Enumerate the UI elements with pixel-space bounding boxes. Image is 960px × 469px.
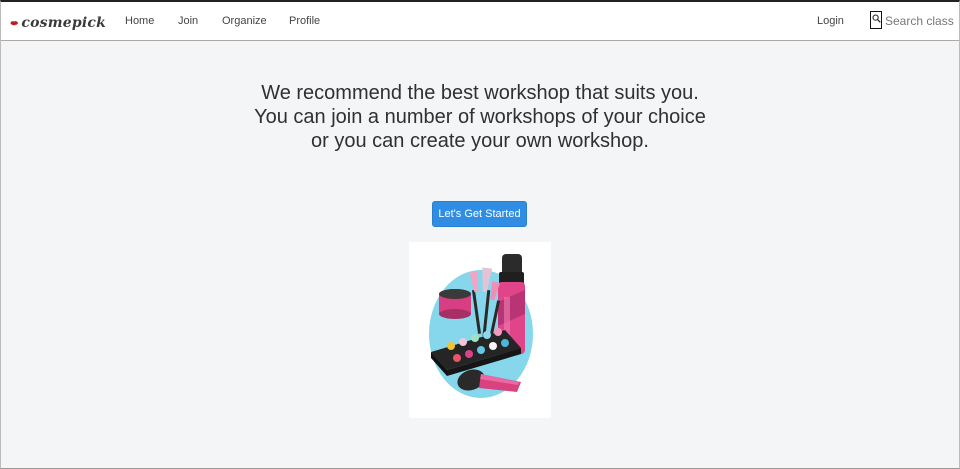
hero-line-2: You can join a number of workshops of yo… [254,106,706,128]
get-started-button[interactable]: Let's Get Started [432,201,527,227]
top-navbar: cosmepick Home Join Organize Profile Log… [1,2,959,41]
nav-organize-link[interactable]: Organize [222,14,267,28]
nav-join-link[interactable]: Join [178,14,198,28]
app-window: cosmepick Home Join Organize Profile Log… [0,0,960,469]
hero-line-1: We recommend the best workshop that suit… [261,82,699,104]
nav-home-link[interactable]: Home [125,14,154,28]
hero-line-3: or you can create your own workshop. [311,130,649,152]
lips-icon [10,21,19,26]
login-link[interactable]: Login [817,14,844,28]
search-input[interactable] [885,12,955,30]
search-icon[interactable] [870,11,882,29]
brand-name: cosmepick [21,15,106,31]
hero-message: We recommend the best workshop that suit… [1,81,959,153]
brand-logo[interactable]: cosmepick [10,12,106,34]
makeup-kit-illustration [409,242,551,418]
search-box [870,11,955,31]
nav-profile-link[interactable]: Profile [289,14,320,28]
